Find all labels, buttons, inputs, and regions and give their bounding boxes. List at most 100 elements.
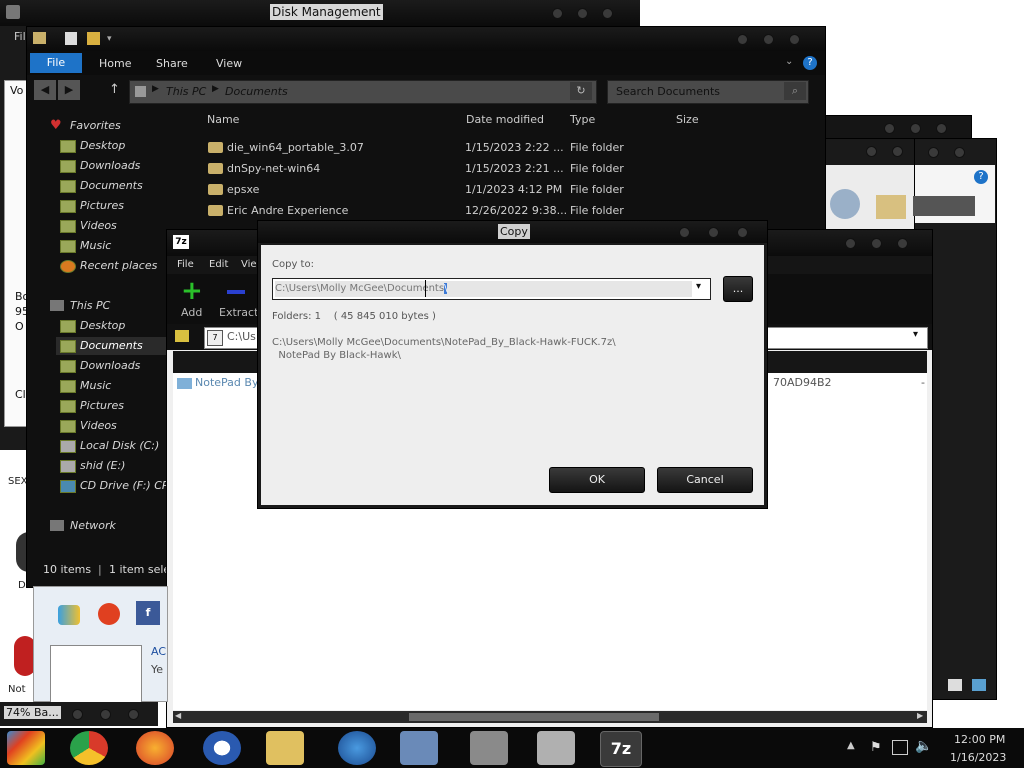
nav-thispc-videos[interactable]: Videos bbox=[60, 417, 117, 435]
horizontal-scrollbar[interactable]: ◀ ▶ bbox=[173, 711, 927, 723]
obama-logo-icon[interactable] bbox=[203, 731, 241, 765]
extract-icon[interactable] bbox=[227, 290, 245, 294]
sevenzip-taskbar-icon[interactable]: 7z bbox=[600, 731, 642, 767]
nav-favorites-recent[interactable]: Recent places bbox=[60, 257, 157, 275]
nav-thispc-pictures[interactable]: Pictures bbox=[60, 397, 124, 415]
nav-favorites-downloads[interactable]: Downloads bbox=[60, 157, 140, 175]
column-size[interactable]: Size bbox=[676, 113, 699, 126]
back-button[interactable]: ◀ bbox=[34, 80, 56, 100]
maximize-button[interactable] bbox=[892, 146, 903, 157]
scroll-right-arrow[interactable]: ▶ bbox=[917, 711, 923, 720]
close-button[interactable] bbox=[789, 34, 800, 45]
nav-favorites-documents[interactable]: Documents bbox=[60, 177, 143, 195]
clock-time[interactable]: 12:00 PM bbox=[954, 733, 1005, 746]
minimize-button[interactable] bbox=[737, 34, 748, 45]
path-dropdown-icon[interactable]: ▾ bbox=[913, 329, 918, 340]
column-name[interactable]: Name bbox=[207, 113, 239, 126]
help-icon[interactable]: ? bbox=[974, 170, 988, 184]
scroll-left-arrow[interactable]: ◀ bbox=[175, 711, 181, 720]
archive-tool-icon[interactable] bbox=[470, 731, 508, 765]
tab-file[interactable]: File bbox=[30, 53, 82, 73]
menu-view[interactable]: Vie bbox=[241, 259, 257, 270]
network-status-icon[interactable] bbox=[892, 740, 908, 755]
nav-thispc-cd-drive[interactable]: CD Drive (F:) CPF bbox=[60, 477, 175, 495]
cancel-button[interactable]: Cancel bbox=[657, 467, 753, 493]
nav-thispc-header[interactable]: This PC bbox=[70, 297, 110, 315]
folder-up-icon[interactable] bbox=[175, 330, 189, 342]
help-icon[interactable]: ? bbox=[803, 56, 817, 70]
nav-thispc-music[interactable]: Music bbox=[60, 377, 111, 395]
search-box[interactable]: Search Documents ⌕ bbox=[607, 80, 809, 104]
maximize-button[interactable] bbox=[871, 238, 882, 249]
battery-gadget[interactable]: 74% Ba... bbox=[0, 702, 158, 726]
column-type[interactable]: Type bbox=[570, 113, 595, 126]
minimize-button[interactable] bbox=[552, 8, 563, 19]
clock-date[interactable]: 1/16/2023 bbox=[950, 751, 1006, 764]
nav-network-header[interactable]: Network bbox=[70, 517, 116, 535]
column-date-modified[interactable]: Date modified bbox=[466, 113, 544, 126]
nav-favorites-desktop[interactable]: Desktop bbox=[60, 137, 125, 155]
volume-icon[interactable]: 🔈 bbox=[915, 738, 932, 754]
maximize-button[interactable] bbox=[763, 34, 774, 45]
close-button[interactable] bbox=[737, 227, 748, 238]
ribbon-expand-icon[interactable]: ⌄ bbox=[785, 56, 793, 67]
nav-thispc-documents[interactable]: Documents bbox=[56, 337, 166, 355]
search-input[interactable]: Search Documents bbox=[616, 85, 720, 98]
copy-dialog-titlebar[interactable]: Copy bbox=[258, 221, 767, 243]
explorer-titlebar[interactable]: ▾ bbox=[27, 27, 825, 51]
qat-dropdown-icon[interactable]: ▾ bbox=[107, 34, 112, 44]
minimize-button[interactable] bbox=[884, 123, 895, 134]
copy-to-input[interactable]: C:\Users\Molly McGee\Documents\ bbox=[275, 281, 692, 297]
extract-button-label[interactable]: Extract bbox=[219, 306, 258, 319]
chrome-icon[interactable] bbox=[70, 731, 108, 765]
scroll-thumb[interactable] bbox=[409, 713, 659, 721]
maximize-button[interactable] bbox=[577, 8, 588, 19]
bottom-view-icon[interactable] bbox=[948, 679, 962, 691]
ok-button[interactable]: OK bbox=[549, 467, 645, 493]
tab-share[interactable]: Share bbox=[156, 57, 188, 70]
combo-dropdown-icon[interactable]: ▾ bbox=[696, 281, 701, 292]
disk-menu-file[interactable]: Fil bbox=[14, 30, 26, 43]
nav-thispc-shid[interactable]: shid (E:) bbox=[60, 457, 125, 475]
tab-view[interactable]: View bbox=[216, 57, 242, 70]
nav-favorites-music[interactable]: Music bbox=[60, 237, 111, 255]
nav-thispc-local-disk[interactable]: Local Disk (C:) bbox=[60, 437, 159, 455]
add-button-label[interactable]: Add bbox=[181, 306, 202, 319]
add-icon[interactable]: + bbox=[181, 278, 203, 304]
minimize-button[interactable] bbox=[845, 238, 856, 249]
browse-button[interactable]: ... bbox=[723, 276, 753, 302]
nav-favorites-videos[interactable]: Videos bbox=[60, 217, 117, 235]
properties-icon[interactable] bbox=[65, 32, 77, 45]
new-folder-icon[interactable] bbox=[87, 32, 100, 45]
printer-tool-icon[interactable] bbox=[537, 731, 575, 765]
copy-to-combo[interactable]: C:\Users\Molly McGee\Documents\ ▾ bbox=[272, 278, 711, 300]
minimize-button[interactable] bbox=[679, 227, 690, 238]
refresh-button[interactable]: ↻ bbox=[570, 82, 592, 100]
users-icon[interactable] bbox=[400, 731, 438, 765]
minimize-button[interactable] bbox=[72, 709, 83, 720]
maximize-button[interactable] bbox=[708, 227, 719, 238]
address-bar[interactable]: ▶ This PC ▶ Documents ↻ bbox=[129, 80, 597, 104]
close-button[interactable] bbox=[602, 8, 613, 19]
maximize-button[interactable] bbox=[910, 123, 921, 134]
taskbar-thumbnail[interactable]: f AC Ye bbox=[33, 586, 168, 703]
show-hidden-icons[interactable]: ▲ bbox=[847, 740, 855, 751]
maximize-button[interactable] bbox=[954, 147, 965, 158]
firefox-icon[interactable] bbox=[136, 731, 174, 765]
nav-thispc-downloads[interactable]: Downloads bbox=[60, 357, 140, 375]
minimize-button[interactable] bbox=[928, 147, 939, 158]
action-center-flag-icon[interactable]: ⚑ bbox=[870, 740, 882, 755]
breadcrumb-this-pc[interactable]: This PC bbox=[166, 85, 206, 98]
maximize-button[interactable] bbox=[100, 709, 111, 720]
search-icon[interactable]: ⌕ bbox=[784, 82, 806, 100]
close-button[interactable] bbox=[936, 123, 947, 134]
nav-thispc-desktop[interactable]: Desktop bbox=[60, 317, 125, 335]
nav-favorites-pictures[interactable]: Pictures bbox=[60, 197, 124, 215]
close-button[interactable] bbox=[128, 709, 139, 720]
start-button[interactable] bbox=[7, 731, 45, 765]
menu-file[interactable]: File bbox=[177, 259, 194, 270]
network-globe-icon[interactable] bbox=[338, 731, 376, 765]
disk-management-titlebar[interactable]: Disk Management bbox=[0, 0, 640, 26]
forward-button[interactable]: ▶ bbox=[58, 80, 80, 100]
file-explorer-icon[interactable] bbox=[266, 731, 304, 765]
